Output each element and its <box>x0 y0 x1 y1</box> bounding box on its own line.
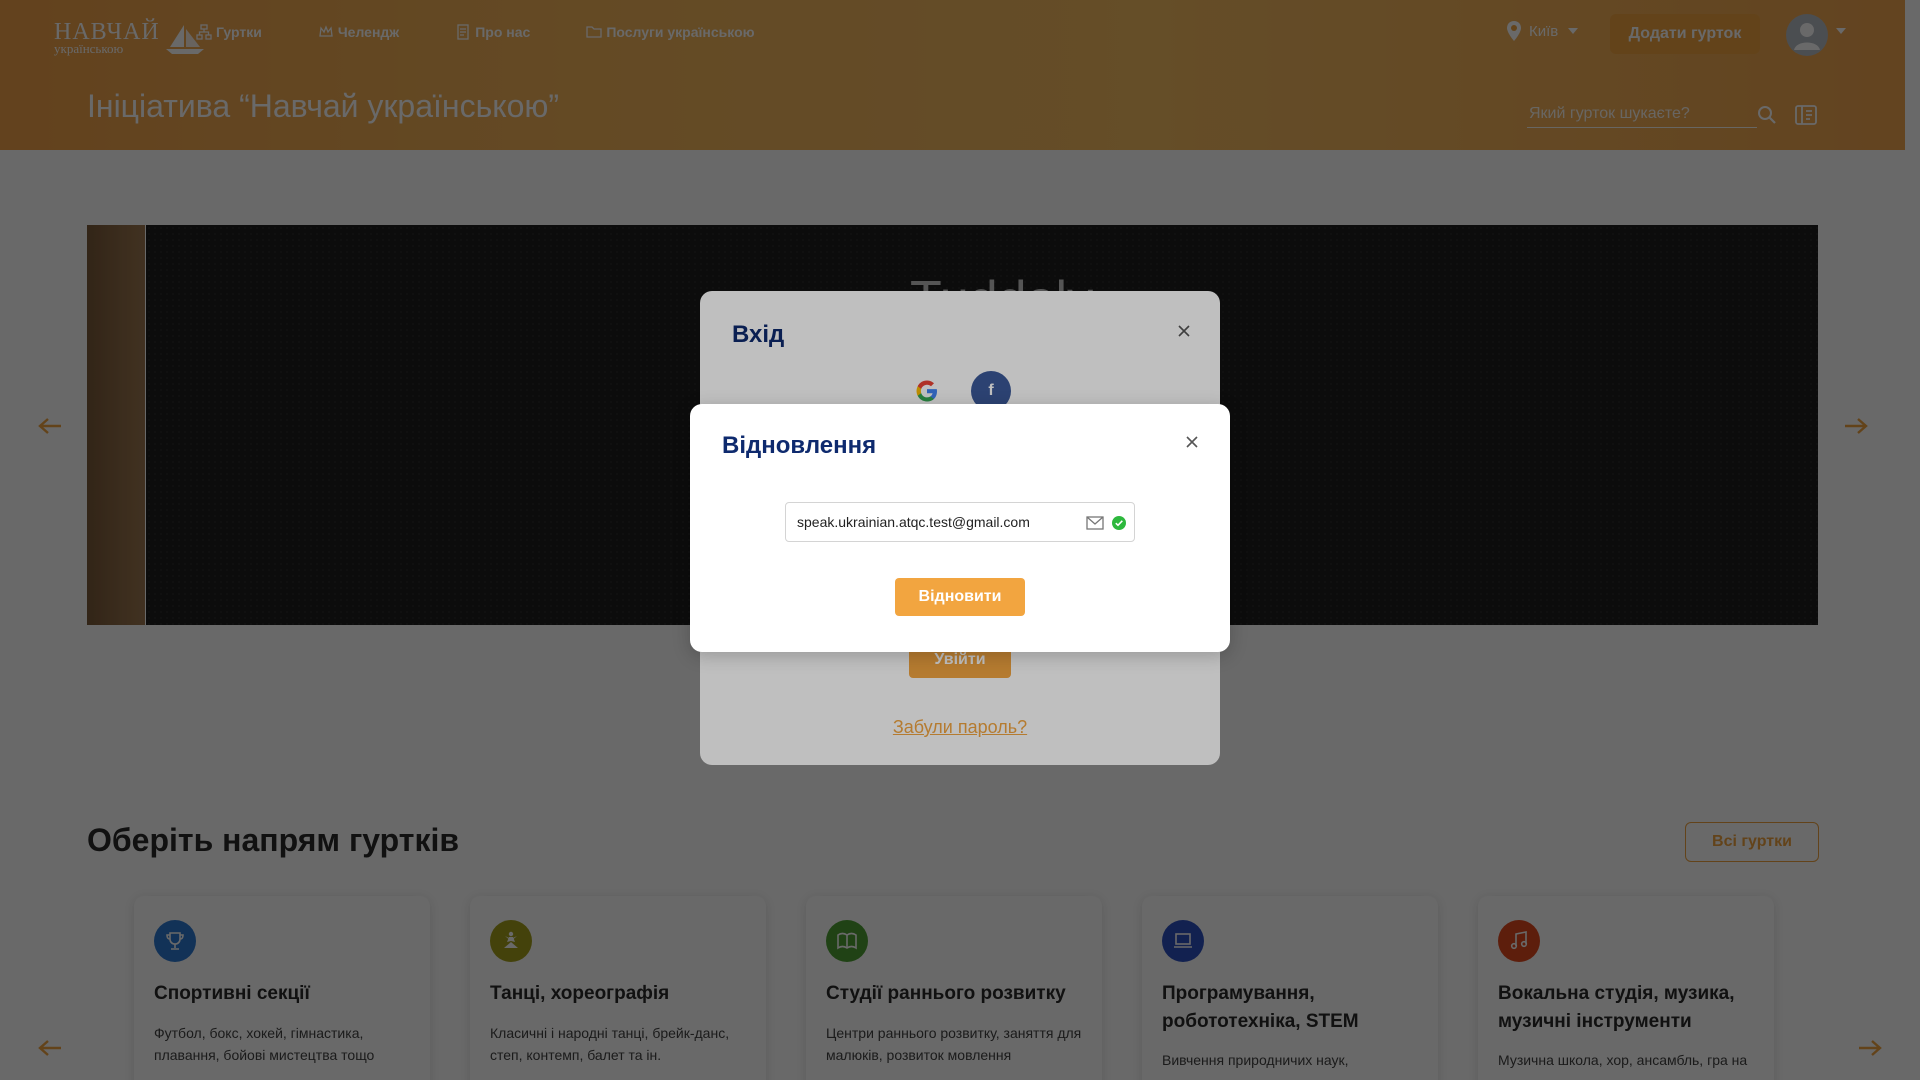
mail-icon <box>1086 516 1104 530</box>
close-icon[interactable] <box>1184 434 1200 450</box>
check-circle-icon <box>1112 516 1126 530</box>
email-field[interactable]: speak.ukrainian.atqc.test@gmail.com <box>785 502 1135 542</box>
restore-button[interactable]: Відновити <box>895 578 1025 616</box>
restore-modal-title: Відновлення <box>722 432 877 459</box>
restore-password-modal: Відновлення speak.ukrainian.atqc.test@gm… <box>690 404 1230 652</box>
